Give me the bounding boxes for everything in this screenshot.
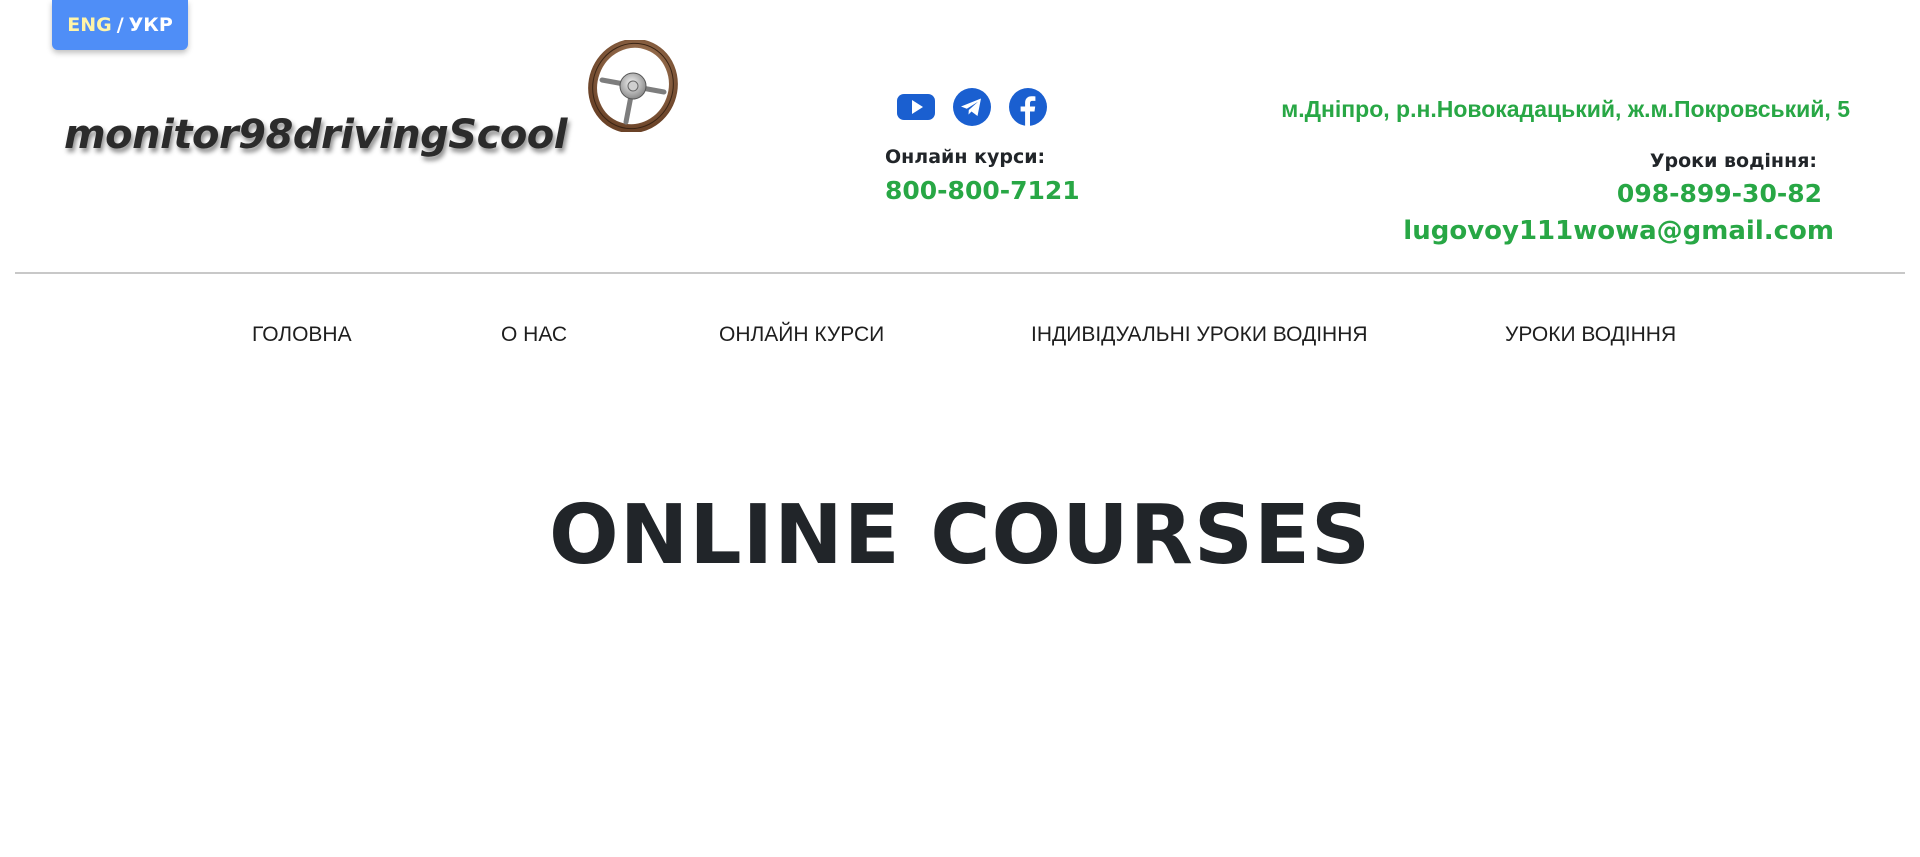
online-courses-label: Онлайн курси: <box>885 146 1046 168</box>
page: ENG / УКР monitor98drivingScool Онлайн к… <box>0 0 1920 857</box>
main-nav: ГОЛОВНА О НАС ОНЛАЙН КУРСИ ІНДИВІДУАЛЬНІ… <box>0 323 1920 353</box>
social-links <box>897 88 1047 126</box>
telegram-icon[interactable] <box>953 88 991 126</box>
nav-item-online-courses[interactable]: ОНЛАЙН КУРСИ <box>719 323 884 347</box>
driving-lessons-phone[interactable]: 098-899-30-82 <box>1617 179 1822 208</box>
youtube-icon[interactable] <box>897 88 935 126</box>
nav-item-home[interactable]: ГОЛОВНА <box>252 323 352 347</box>
site-logo[interactable]: monitor98drivingScool <box>64 112 568 158</box>
header-divider <box>15 272 1905 274</box>
nav-item-individual-lessons[interactable]: ІНДИВІДУАЛЬНІ УРОКИ ВОДІННЯ <box>1031 323 1368 347</box>
lang-separator: / <box>116 14 124 36</box>
online-courses-phone[interactable]: 800-800-7121 <box>885 176 1080 205</box>
driving-lessons-label: Уроки водіння: <box>1649 150 1817 172</box>
nav-item-driving-lessons[interactable]: УРОКИ ВОДІННЯ <box>1505 323 1676 347</box>
lang-ukr[interactable]: УКР <box>129 14 173 36</box>
language-toggle-button[interactable]: ENG / УКР <box>52 0 188 50</box>
email-link[interactable]: lugovoy111wowa@gmail.com <box>1403 216 1834 246</box>
address: м.Дніпро, р.н.Новокадацький, ж.м.Покровс… <box>1281 96 1850 122</box>
page-title: ONLINE COURSES <box>548 488 1372 583</box>
facebook-icon[interactable] <box>1009 88 1047 126</box>
lang-eng[interactable]: ENG <box>67 14 111 36</box>
nav-item-about[interactable]: О НАС <box>501 323 567 347</box>
steering-wheel-icon <box>588 40 678 132</box>
